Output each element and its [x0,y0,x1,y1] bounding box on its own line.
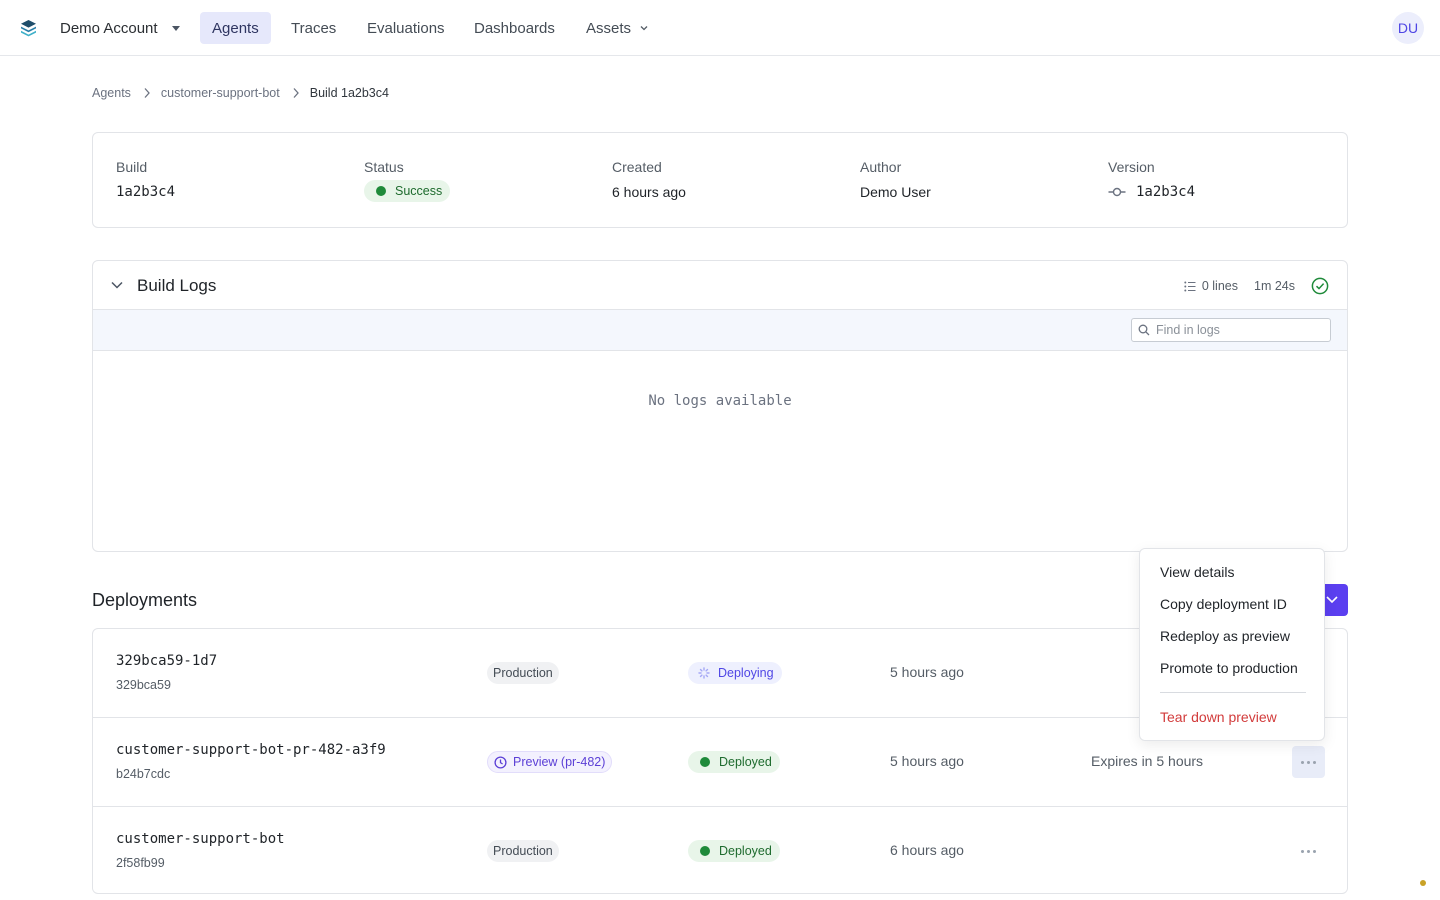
deployment-name[interactable]: 329bca59-1d7 [116,653,217,669]
chevron-right-icon [143,87,151,99]
check-circle-icon [1311,277,1329,295]
build-summary-card: Build 1a2b3c4 Status Success Created 6 h… [92,132,1348,228]
nav-traces[interactable]: Traces [279,12,348,44]
deployments-title: Deployments [92,590,198,610]
build-logs-title: Build Logs [137,276,217,295]
author-value: Demo User [860,184,931,200]
menu-promote-to-production[interactable]: Promote to production [1160,660,1298,678]
deployment-expiry: Expires in 5 hours [1091,753,1204,769]
top-nav: Demo Account Agents Traces Evaluations D… [0,0,1440,56]
chevron-right-icon [292,87,300,99]
row-actions-button[interactable] [1292,835,1325,867]
deployment-time: 5 hours ago [890,753,964,769]
list-icon [1184,281,1196,291]
author-field: Author Demo User [860,159,931,201]
status-text: Success [395,184,443,198]
spinner-icon [698,667,710,679]
breadcrumb-agent[interactable]: customer-support-bot [161,86,280,100]
log-line-count: 0 lines [1184,279,1238,293]
deployment-time: 6 hours ago [890,842,964,858]
git-commit-icon [1108,187,1126,197]
success-dot-icon [376,186,386,196]
log-search[interactable] [1131,318,1331,342]
deployment-sha: 2f58fb99 [116,856,165,870]
status-badge: Deploying [688,662,782,684]
user-avatar[interactable]: DU [1392,12,1424,44]
breadcrumb: Agents customer-support-bot Build 1a2b3c… [92,84,389,102]
menu-view-details[interactable]: View details [1160,564,1234,582]
status-badge: Success [364,180,451,202]
created-label: Created [612,159,662,175]
nav-assets[interactable]: Assets [574,12,661,44]
menu-redeploy-as-preview[interactable]: Redeploy as preview [1160,628,1290,646]
environment-badge: Production [487,662,559,684]
account-switcher[interactable]: Demo Account [60,18,180,38]
author-label: Author [860,159,902,175]
nav-dashboards[interactable]: Dashboards [462,12,567,44]
row-actions-button[interactable] [1292,746,1325,778]
deployment-sha: 329bca59 [116,678,171,692]
build-duration: 1m 24s [1254,279,1295,293]
search-icon [1138,324,1150,336]
deployment-name[interactable]: customer-support-bot-pr-482-a3f9 [116,742,386,758]
deployment-row[interactable]: customer-support-bot 2f58fb99 Production… [93,807,1347,893]
status-badge: Deployed [688,840,780,862]
build-logs-header[interactable]: Build Logs 0 lines 1m 24s [93,261,1347,310]
status-label: Status [364,159,404,175]
build-value: 1a2b3c4 [116,184,176,200]
account-name: Demo Account [60,19,158,37]
version-label: Version [1108,159,1155,175]
chevron-down-icon [1326,596,1338,604]
app-logo-icon[interactable] [20,19,37,37]
log-line-count-text: 0 lines [1201,279,1238,293]
chevron-down-icon[interactable] [110,280,124,290]
clock-icon [494,755,507,769]
status-badge: Deployed [688,751,780,773]
nav-assets-label: Assets [586,19,632,37]
build-logs-panel: Build Logs 0 lines 1m 24s No logs availa… [92,260,1348,552]
success-dot-icon [700,757,710,767]
caret-down-icon [171,25,180,31]
empty-logs-message: No logs available [648,393,792,409]
success-dot-icon [700,846,710,856]
breadcrumb-current: Build 1a2b3c4 [309,86,389,100]
deployment-name[interactable]: customer-support-bot [116,831,285,847]
row-actions-menu: View details Copy deployment ID Redeploy… [1139,548,1325,741]
status-text: Deployed [719,755,772,769]
version-value: 1a2b3c4 [1136,184,1196,200]
version-field: Version 1a2b3c4 [1108,159,1195,201]
status-text: Deployed [719,844,772,858]
log-search-input[interactable] [1156,323,1326,337]
build-logs-meta: 0 lines 1m 24s [1184,276,1329,296]
menu-copy-deployment-id[interactable]: Copy deployment ID [1160,596,1287,614]
status-text: Deploying [718,666,774,680]
status-field: Status Success [364,159,451,202]
build-field: Build 1a2b3c4 [116,159,175,201]
status-indicator-dot [1420,880,1426,886]
deployment-sha: b24b7cdc [116,767,171,781]
menu-tear-down-preview[interactable]: Tear down preview [1160,709,1277,727]
environment-badge: Preview (pr-482) [487,751,613,773]
breadcrumb-agents[interactable]: Agents [92,86,131,100]
chevron-down-icon [640,26,648,31]
nav-agents[interactable]: Agents [200,12,271,44]
environment-text: Preview (pr-482) [513,755,606,769]
created-field: Created 6 hours ago [612,159,686,201]
build-label: Build [116,159,148,175]
deployment-time: 5 hours ago [890,664,964,680]
environment-badge: Production [487,840,559,862]
created-value: 6 hours ago [612,184,686,200]
menu-divider [1160,692,1306,693]
nav-evaluations[interactable]: Evaluations [355,12,457,44]
log-toolbar [93,310,1347,351]
